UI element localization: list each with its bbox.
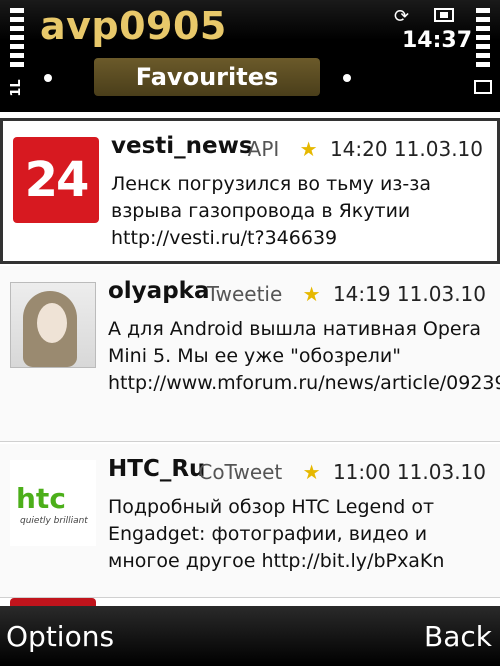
tweet-meta: Tweetie ★ 14:19 11.03.10: [207, 282, 486, 306]
tweet-username[interactable]: vesti_news: [111, 133, 253, 159]
htc-logo: htc: [16, 482, 66, 515]
tweet-username[interactable]: olyapka: [108, 278, 209, 304]
tweet-source: API: [247, 137, 280, 161]
status-bar: 1L avp0905 ⟳ 14:37 Favourites: [0, 0, 500, 100]
tweet-text: Подробный обзор HTC Legend от Engadget: …: [108, 496, 445, 572]
avatar: [10, 598, 96, 606]
tweet-time: 14:20 11.03.10: [329, 137, 483, 161]
softkey-bar: Options Back: [0, 606, 500, 666]
star-icon: ★: [302, 460, 321, 484]
avatar: htc quietly brilliant: [10, 460, 96, 546]
htc-tagline: quietly brilliant: [20, 516, 88, 526]
clock: 14:37: [402, 28, 473, 53]
tweet-username[interactable]: HTC_Ru: [108, 456, 205, 482]
tweet-text: Ленск погрузился во тьму из-за взрыва га…: [111, 173, 432, 249]
star-icon: ★: [302, 282, 321, 306]
tab-favourites[interactable]: Favourites: [94, 58, 320, 96]
options-softkey[interactable]: Options: [6, 620, 114, 653]
star-icon: ★: [299, 137, 318, 161]
status-indicators: ⟳: [392, 6, 472, 27]
tweet-time: 14:19 11.03.10: [332, 282, 486, 306]
tweet-item[interactable]: htc quietly brilliant HTC_Ru CoTweet ★ 1…: [0, 444, 500, 598]
tweet-time: 11:00 11.03.10: [332, 460, 486, 484]
account-username: avp0905: [40, 4, 227, 48]
network-activity-icon: ⟳: [394, 6, 410, 27]
tweet-item[interactable]: 24 vesti_news API ★ 14:20 11.03.10 Ленск…: [0, 118, 500, 264]
avatar: 24: [13, 137, 99, 223]
tab-prev-indicator[interactable]: [44, 74, 52, 82]
battery-icon: [470, 8, 496, 96]
tweet-meta: API ★ 14:20 11.03.10: [248, 137, 483, 161]
tweet-meta: CoTweet ★ 11:00 11.03.10: [198, 460, 486, 484]
tweet-item[interactable]: olyapka Tweetie ★ 14:19 11.03.10 А для A…: [0, 266, 500, 442]
tweet-source: CoTweet: [198, 460, 283, 484]
tweet-text: А для Android вышла нативная Opera Mini …: [108, 318, 500, 394]
avatar: [10, 282, 96, 368]
tab-next-indicator[interactable]: [343, 74, 351, 82]
data-connection-icon: [434, 8, 454, 22]
tab-bar: Favourites: [38, 58, 368, 98]
back-softkey[interactable]: Back: [424, 620, 492, 653]
tweet-source: Tweetie: [206, 282, 283, 306]
signal-strength-icon: 1L: [4, 8, 30, 97]
timeline-list[interactable]: 24 vesti_news API ★ 14:20 11.03.10 Ленск…: [0, 112, 500, 606]
